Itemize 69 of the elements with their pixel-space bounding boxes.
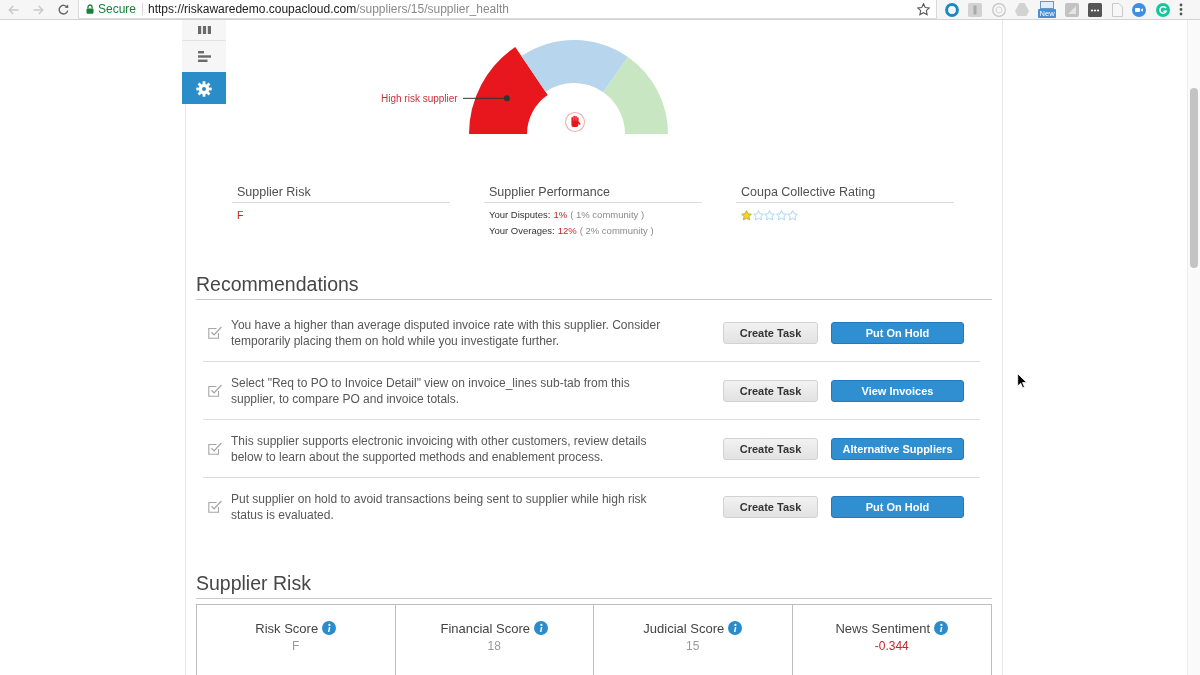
secondary-button[interactable]: Create Task — [723, 495, 818, 518]
primary-button[interactable]: Alternative Suppliers — [831, 437, 964, 460]
stat-label: Your Disputes: — [489, 209, 551, 220]
leader-line — [462, 95, 510, 102]
gauge-label: High risk supplier — [381, 92, 458, 104]
check-box-icon — [208, 326, 222, 339]
check-box-icon — [208, 442, 222, 455]
grade-value: F — [237, 209, 244, 221]
score-label: Judicial Score — [643, 620, 725, 636]
section-heading: Supplier Risk — [196, 572, 311, 594]
check-box-icon — [208, 500, 222, 513]
primary-button[interactable]: Put On Hold — [831, 495, 964, 518]
recommendation-text: You have a higher than average disputed invoice rate with this supplier. Consider temporarily placing them on hold while you investigate further. — [231, 316, 662, 349]
scrollbar[interactable] — [1187, 20, 1200, 675]
window-icon[interactable] — [1040, 1, 1055, 9]
star-icon — [787, 210, 798, 221]
recommendation-text: Put supplier on hold to avoid transactions being sent to supplier while high risk status is evaluated. — [231, 490, 648, 523]
score-label: Financial Score — [440, 620, 531, 636]
star-icon — [741, 210, 752, 221]
score-value: 15 — [686, 638, 700, 654]
lock-icon — [86, 4, 94, 14]
sidebar-tab[interactable] — [182, 72, 226, 104]
score-label: Risk Score — [255, 620, 319, 636]
score-value: 18 — [487, 638, 501, 654]
star-icon — [764, 210, 775, 221]
score-label: News Sentiment — [835, 620, 931, 636]
menu-icon[interactable] — [1178, 3, 1183, 16]
secure-label: Secure — [98, 2, 137, 16]
info-icon[interactable] — [534, 621, 549, 635]
reload-icon[interactable] — [58, 4, 69, 15]
recommendation-text: Select "Req to PO to Invoice Detail" view on invoice_lines sub-tab from this supplier, to compare PO and invoice totals. — [231, 374, 631, 407]
recommendation-text: This supplier supports electronic invoicing with other customers, review details below to learn about the supported methods and enablement process. — [231, 432, 648, 465]
url-text: https://riskawaredemo.coupacloud.com/suppliers/15/supplier_health — [148, 2, 509, 16]
info-icon[interactable] — [728, 621, 743, 635]
primary-button[interactable]: View Invoices — [831, 379, 964, 402]
secondary-button[interactable]: Create Task — [723, 321, 818, 344]
hand-icon — [564, 111, 586, 133]
sidebar-tab[interactable] — [182, 20, 226, 40]
circle-logo-icon[interactable] — [1155, 2, 1170, 17]
columns-icon — [197, 26, 211, 34]
info-icon[interactable] — [934, 621, 949, 635]
star-icon[interactable] — [917, 2, 930, 16]
star-icon — [752, 210, 764, 221]
summary-title: Coupa Collective Rating — [741, 185, 876, 199]
secondary-button[interactable]: Create Task — [723, 379, 818, 402]
stat-value: 12% — [557, 225, 577, 236]
info-icon[interactable] — [322, 621, 337, 635]
bars-icon — [197, 51, 211, 62]
check-box-icon — [208, 384, 222, 397]
cursor-icon — [1017, 373, 1028, 389]
panel-icon[interactable] — [968, 2, 983, 17]
stat-label: Your Overages: — [489, 225, 555, 236]
score-value: F — [292, 638, 300, 654]
stat-note: ( 1% community ) — [570, 209, 645, 220]
primary-button[interactable]: Put On Hold — [831, 321, 964, 344]
star-icon — [775, 210, 787, 221]
dots-square-icon[interactable] — [1088, 2, 1103, 17]
ring-icon[interactable] — [945, 2, 959, 17]
section-heading: Recommendations — [196, 273, 359, 295]
scrollbar-thumb[interactable] — [1190, 88, 1198, 268]
camera-icon[interactable] — [1132, 2, 1147, 17]
stat-value: 1% — [553, 209, 568, 220]
summary-title: Supplier Risk — [237, 185, 311, 199]
gear-icon — [196, 80, 212, 97]
score-value: -0.344 — [874, 638, 909, 654]
summary-title: Supplier Performance — [489, 185, 610, 199]
secondary-button[interactable]: Create Task — [723, 437, 818, 460]
address-bar[interactable]: Secure https://riskawaredemo.coupacloud.com/suppliers/15/supplier_health — [78, 0, 937, 19]
stat-note: ( 2% community ) — [579, 225, 654, 236]
